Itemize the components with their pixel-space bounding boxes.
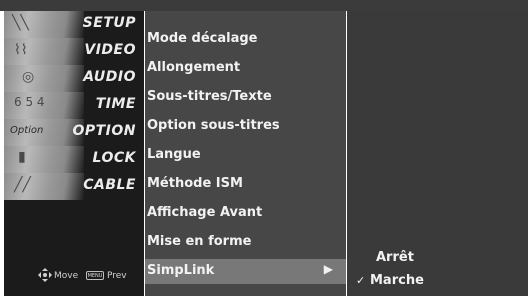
menu-item-label: Option sous-titres — [147, 118, 280, 133]
nav-item-label: VIDEO — [84, 42, 136, 58]
menu-item-mode-decalage[interactable]: Mode décalage — [145, 24, 346, 53]
menu-item-allongement[interactable]: Allongement — [145, 53, 346, 82]
nav-item-label: LOCK — [92, 150, 136, 166]
tv-osd-screen: ╲╲ SETUP ⌇⌇ VIDEO ◎ AUDIO 6 5 4 TIME Opt… — [0, 0, 528, 301]
main-menu-sidebar: ╲╲ SETUP ⌇⌇ VIDEO ◎ AUDIO 6 5 4 TIME Opt… — [4, 11, 144, 296]
cable-thumbnail-icon: ╱╱ — [4, 173, 84, 200]
menu-item-label: Méthode ISM — [147, 176, 243, 191]
move-arrows-icon — [38, 268, 52, 282]
menu-item-affichage-avant[interactable]: Affichage Avant — [145, 198, 346, 227]
menu-item-label: SimpLink — [147, 263, 215, 278]
option-marche[interactable]: Marche — [370, 273, 424, 288]
menu-item-option-sous-titres[interactable]: Option sous-titres — [145, 111, 346, 140]
nav-item-label: SETUP — [82, 15, 136, 31]
menu-item-mise-en-forme[interactable]: Mise en forme — [145, 227, 346, 256]
menu-item-langue[interactable]: Langue — [145, 140, 346, 169]
menu-item-sous-titres-texte[interactable]: Sous-titres/Texte — [145, 82, 346, 111]
nav-item-time[interactable]: 6 5 4 TIME — [4, 92, 144, 119]
nav-item-video[interactable]: ⌇⌇ VIDEO — [4, 38, 144, 65]
checkmark-icon: ✓ — [356, 274, 366, 287]
menu-item-label: Allongement — [147, 60, 241, 75]
menu-item-label: Sous-titres/Texte — [147, 89, 272, 104]
prev-hint-label: Prev — [107, 271, 127, 281]
key-hint-footer: Move MENU Prev — [4, 246, 144, 296]
simplink-options-panel: Arrêt ✓ Marche — [347, 11, 528, 296]
nav-item-label: CABLE — [83, 177, 136, 193]
menu-item-label: Affichage Avant — [147, 205, 263, 220]
nav-item-label: TIME — [95, 96, 136, 112]
option-thumb-text: Option — [10, 125, 44, 136]
top-bar — [0, 0, 528, 11]
setup-thumbnail-icon: ╲╲ — [4, 11, 84, 38]
nav-item-label: AUDIO — [83, 69, 136, 85]
option-arret[interactable]: Arrêt — [376, 250, 414, 265]
menu-item-simplink[interactable]: SimpLink ▶ — [145, 259, 346, 284]
nav-item-lock[interactable]: ▮ LOCK — [4, 146, 144, 173]
move-hint-label: Move — [54, 271, 79, 281]
nav-item-setup[interactable]: ╲╲ SETUP — [4, 11, 144, 38]
lock-thumbnail-icon: ▮ — [4, 146, 84, 173]
menu-key-icon: MENU — [86, 271, 104, 280]
submenu-arrow-icon: ▶ — [323, 262, 333, 276]
option-submenu: Mode décalage Allongement Sous-titres/Te… — [145, 11, 346, 296]
nav-item-audio[interactable]: ◎ AUDIO — [4, 65, 144, 92]
time-clock-icon: 6 5 4 — [4, 92, 84, 119]
nav-item-cable[interactable]: ╱╱ CABLE — [4, 173, 144, 200]
video-thumbnail-icon: ⌇⌇ — [4, 38, 84, 65]
nav-item-label: OPTION — [72, 123, 136, 139]
audio-speaker-icon: ◎ — [4, 65, 84, 92]
menu-item-label: Langue — [147, 147, 201, 162]
nav-item-option[interactable]: Option OPTION — [4, 119, 144, 146]
menu-item-methode-ism[interactable]: Méthode ISM — [145, 169, 346, 198]
menu-item-label: Mode décalage — [147, 31, 258, 46]
menu-item-label: Mise en forme — [147, 234, 252, 249]
